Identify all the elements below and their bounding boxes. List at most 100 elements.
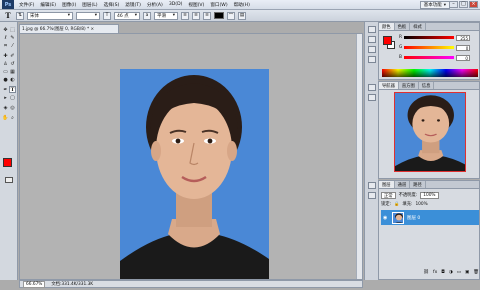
- 3d-rotate-tool-icon[interactable]: ◈: [2, 104, 9, 111]
- move-tool-icon[interactable]: ✥: [2, 26, 9, 33]
- tab-swatches[interactable]: 色板: [395, 23, 411, 30]
- menu-edit[interactable]: 编辑(E): [37, 2, 59, 8]
- menu-layer[interactable]: 图层(L): [79, 2, 100, 8]
- color-panel-foreground-swatch[interactable]: [383, 36, 392, 45]
- red-slider[interactable]: [404, 36, 454, 39]
- warp-text-icon[interactable]: ⌒: [227, 11, 235, 20]
- quick-select-tool-icon[interactable]: ✎: [9, 34, 16, 41]
- tab-paths[interactable]: 路径: [410, 181, 426, 188]
- blur-tool-icon[interactable]: ●: [2, 76, 9, 83]
- tab-channels[interactable]: 通道: [395, 181, 411, 188]
- blue-slider[interactable]: [403, 56, 454, 59]
- antialias-select[interactable]: 平滑 ▾: [154, 11, 178, 20]
- vertical-scrollbar[interactable]: [356, 34, 362, 279]
- character-panel-icon[interactable]: ▤: [238, 11, 246, 20]
- 3d-orbit-tool-icon[interactable]: ◎: [9, 104, 16, 111]
- font-size-select[interactable]: 46 点 ▾: [114, 11, 140, 20]
- document-canvas[interactable]: [19, 33, 363, 280]
- link-layers-icon[interactable]: ⛓: [423, 270, 429, 277]
- menu-image[interactable]: 图像(I): [59, 2, 79, 8]
- zoom-level-field[interactable]: 66.67%: [23, 280, 46, 288]
- menu-3d[interactable]: 3D(D): [166, 2, 186, 7]
- menu-window[interactable]: 窗口(W): [207, 2, 230, 8]
- folder-icon[interactable]: ▭: [457, 270, 461, 277]
- type-tool-icon[interactable]: T: [3, 11, 13, 20]
- marquee-tool-icon[interactable]: ⬚: [9, 26, 16, 33]
- align-left-icon[interactable]: ≡: [181, 11, 189, 20]
- tab-histogram[interactable]: 直方图: [399, 82, 419, 89]
- type-tool-icon[interactable]: T: [9, 86, 16, 93]
- font-style-select[interactable]: ▾: [76, 11, 100, 20]
- menu-analysis[interactable]: 分析(A): [144, 2, 166, 8]
- layer-thumbnail: [392, 211, 404, 224]
- quick-mask-icon[interactable]: [5, 177, 13, 183]
- hand-tool-icon[interactable]: ✋: [2, 114, 9, 121]
- align-center-icon[interactable]: ≡: [192, 11, 200, 20]
- navigator-preview[interactable]: [394, 92, 466, 172]
- clone-source-icon[interactable]: [368, 56, 376, 63]
- actions-icon[interactable]: [368, 36, 376, 43]
- layer-name[interactable]: 图层 0: [407, 215, 420, 221]
- close-button[interactable]: ×: [469, 1, 478, 8]
- crop-tool-icon[interactable]: ⌗: [2, 42, 9, 49]
- tab-navigator[interactable]: 导航器: [379, 82, 399, 89]
- align-right-icon[interactable]: ≡: [203, 11, 211, 20]
- mask-icon[interactable]: ◘: [441, 270, 445, 277]
- document-title: 1.jpg @ 66.7%(图层 0, RGB/8) *: [22, 27, 90, 32]
- dodge-tool-icon[interactable]: ◐: [9, 76, 16, 83]
- tab-color[interactable]: 颜色: [379, 23, 395, 30]
- lasso-tool-icon[interactable]: ℓ: [2, 34, 9, 41]
- maximize-button[interactable]: □: [459, 1, 468, 8]
- clone-stamp-tool-icon[interactable]: ♙: [2, 60, 9, 67]
- masks-icon[interactable]: [368, 94, 376, 101]
- close-tab-icon[interactable]: ×: [91, 27, 95, 32]
- brush-tool-icon[interactable]: ✐: [9, 52, 16, 59]
- workspace-switcher[interactable]: 基本功能 ▾: [419, 1, 450, 9]
- font-family-select[interactable]: 宋体 ▾: [27, 11, 73, 20]
- foreground-color-swatch[interactable]: [3, 158, 12, 167]
- pen-tool-icon[interactable]: ✒: [2, 86, 9, 93]
- text-color-swatch[interactable]: [214, 12, 224, 19]
- document-tab[interactable]: 1.jpg @ 66.7%(图层 0, RGB/8) * ×: [19, 24, 119, 33]
- menu-select[interactable]: 选择(S): [101, 2, 123, 8]
- fill-field[interactable]: 100%: [415, 202, 427, 207]
- tab-styles[interactable]: 样式: [410, 23, 426, 30]
- opacity-field[interactable]: 100%: [420, 191, 439, 199]
- tab-info[interactable]: 信息: [419, 82, 435, 89]
- color-spectrum-bar[interactable]: [382, 69, 478, 77]
- eraser-tool-icon[interactable]: ▭: [2, 68, 9, 75]
- blue-value-field[interactable]: 0: [455, 54, 470, 61]
- tab-layers[interactable]: 图层: [379, 181, 395, 188]
- adjustments-icon[interactable]: [368, 84, 376, 91]
- red-value-field[interactable]: 255: [456, 34, 470, 41]
- shape-tool-icon[interactable]: ▢: [9, 94, 16, 101]
- new-layer-icon[interactable]: ▣: [465, 270, 469, 277]
- blue-slider-row: B 0: [399, 54, 479, 61]
- adjustment-layer-icon[interactable]: ◑: [449, 270, 453, 277]
- text-orientation-icon[interactable]: ⇅: [16, 11, 24, 20]
- green-slider[interactable]: [404, 46, 455, 49]
- paragraph-icon[interactable]: [368, 192, 376, 199]
- menu-help[interactable]: 帮助(H): [231, 2, 253, 8]
- menu-view[interactable]: 视图(V): [185, 2, 207, 8]
- lock-icon[interactable]: 🔒: [394, 202, 399, 207]
- healing-tool-icon[interactable]: ✚: [2, 52, 9, 59]
- minimize-button[interactable]: –: [449, 1, 458, 8]
- gradient-tool-icon[interactable]: ▦: [9, 68, 16, 75]
- zoom-tool-icon[interactable]: ⌕: [9, 114, 16, 121]
- history-brush-tool-icon[interactable]: ↺: [9, 60, 16, 67]
- path-select-tool-icon[interactable]: ▸: [2, 94, 9, 101]
- fx-icon[interactable]: fx: [433, 270, 437, 277]
- blend-mode-select[interactable]: 正常: [381, 191, 396, 199]
- eye-icon[interactable]: ◉: [383, 215, 389, 221]
- eyedropper-tool-icon[interactable]: ⁄: [9, 42, 16, 49]
- history-icon[interactable]: [368, 26, 376, 33]
- menu-file[interactable]: 文件(F): [16, 2, 37, 8]
- red-label: R: [399, 35, 402, 40]
- brushes-icon[interactable]: [368, 46, 376, 53]
- menu-filter[interactable]: 滤镜(T): [122, 2, 144, 8]
- layer-row[interactable]: ◉ 图层 0: [381, 210, 479, 225]
- green-value-field[interactable]: 0: [456, 44, 471, 51]
- trash-icon[interactable]: 🗑: [473, 270, 479, 277]
- character-icon[interactable]: [368, 182, 376, 189]
